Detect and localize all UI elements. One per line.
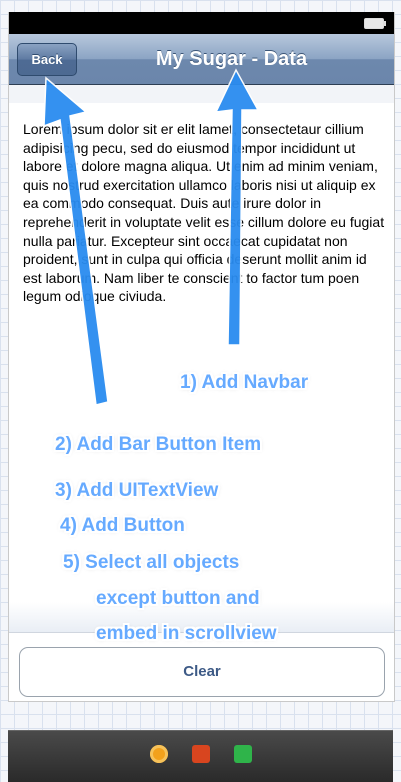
status-bar (9, 12, 394, 34)
annotation-step-5-line-1: 5) Select all objects (63, 552, 240, 573)
clear-button[interactable]: Clear (19, 647, 385, 697)
box-icon[interactable] (192, 745, 210, 763)
nav-title: My Sugar - Data (155, 48, 308, 70)
back-button[interactable]: Back (17, 43, 77, 76)
annotation-step-5-line-3: embed in scrollview (96, 623, 277, 644)
cube-icon[interactable] (150, 745, 168, 763)
annotation-step-5-line-2: except button and (96, 588, 260, 609)
navigation-bar: Back My Sugar - Data (9, 34, 394, 85)
annotation-step-1: 1) Add Navbar (180, 372, 309, 393)
battery-icon (364, 18, 386, 29)
exit-icon[interactable] (234, 745, 252, 763)
ib-dock-bar (8, 730, 393, 782)
annotation-step-2: 2) Add Bar Button Item (55, 434, 262, 455)
text-view[interactable]: Lorem ipsum dolor sit er elit lamet, con… (23, 120, 385, 306)
annotation-step-3: 3) Add UITextView (55, 480, 219, 501)
scrollview-top-area (9, 85, 394, 103)
annotation-step-4: 4) Add Button (60, 515, 185, 536)
